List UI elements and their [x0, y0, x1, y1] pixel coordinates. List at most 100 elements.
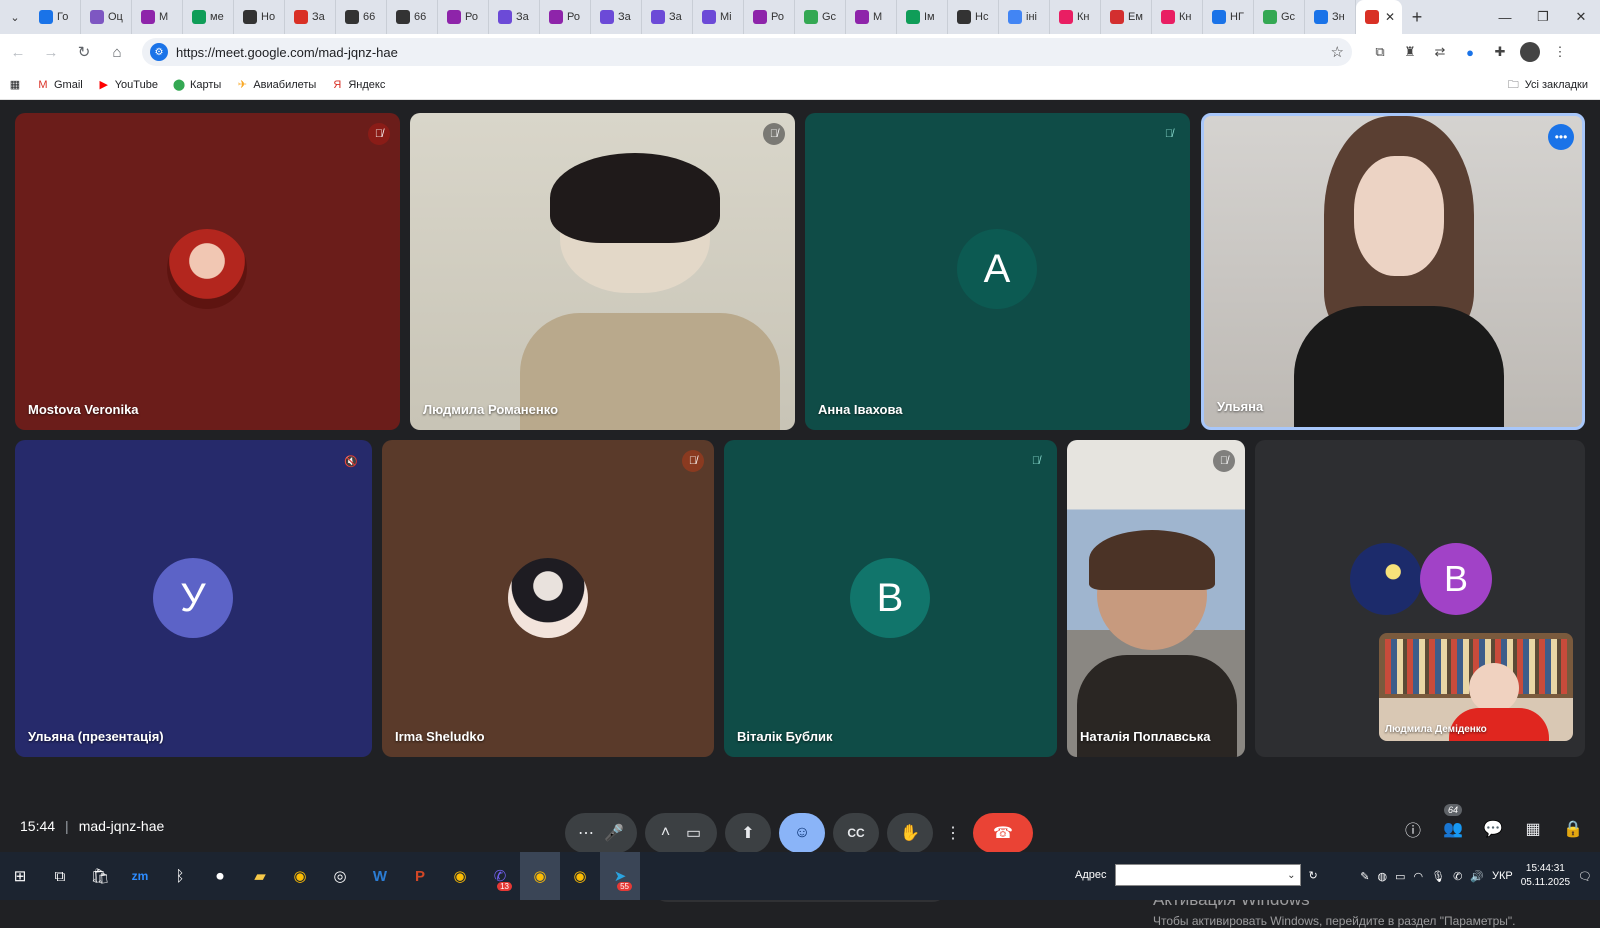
obs-icon[interactable]: ◎	[320, 852, 360, 900]
clock[interactable]: 15:44:31 05.11.2025	[1521, 862, 1570, 890]
address-go-icon[interactable]: ↻	[1309, 869, 1318, 882]
browser-tab[interactable]: За	[591, 0, 642, 34]
present-screen-button[interactable]: ⬆	[725, 813, 771, 853]
camera-options-chevron-icon[interactable]: ˄	[661, 824, 670, 842]
translate-icon[interactable]: ⇄	[1430, 42, 1450, 62]
extension-icon[interactable]: ♜	[1400, 42, 1420, 62]
forward-button[interactable]: →	[36, 37, 66, 67]
more-options-button[interactable]: ⋮	[941, 813, 965, 853]
host-controls-icon[interactable]: 🔒	[1562, 818, 1584, 840]
viber-icon[interactable]: ✆ 13	[480, 852, 520, 900]
send-reaction-button[interactable]: ☺	[779, 813, 825, 853]
start-button-icon[interactable]: ⊞	[0, 852, 40, 900]
reload-button[interactable]: ↻	[69, 37, 99, 67]
chrome-icon[interactable]: ◉	[280, 852, 320, 900]
others-tile[interactable]: В Людмила Деміденко	[1255, 440, 1585, 757]
chrome-menu-icon[interactable]: ⋮	[1550, 42, 1570, 62]
browser-tab[interactable]: За	[489, 0, 540, 34]
participant-tile-nataliia-poplavska[interactable]: 🎙̸ Наталія Поплавська	[1067, 440, 1245, 757]
bookmark-Яндекс[interactable]: Я Яндекс	[330, 79, 385, 91]
browser-tab[interactable]: Кн	[1050, 0, 1101, 34]
all-bookmarks-button[interactable]: 🗀 Усі закладки	[1508, 70, 1588, 100]
browser-tab[interactable]: Gc	[795, 0, 846, 34]
pen-icon[interactable]: ✎	[1360, 870, 1369, 883]
captions-button[interactable]: CC	[833, 813, 879, 853]
chrome-profile-icon[interactable]: ◉	[440, 852, 480, 900]
browser-tab[interactable]: Ро	[438, 0, 489, 34]
browser-tab[interactable]: Ро	[744, 0, 795, 34]
close-window-button[interactable]: ✕	[1562, 0, 1600, 34]
chat-icon[interactable]: 💬	[1482, 818, 1504, 840]
tab-search-icon[interactable]: ⌄	[0, 0, 30, 34]
bookmark-Авиабилеты[interactable]: ✈ Авиабилеты	[235, 79, 317, 92]
more-audio-options-button[interactable]: ⋯	[578, 823, 594, 843]
apps-grid-icon[interactable]: ▦	[8, 79, 22, 91]
media-player-icon[interactable]: ⏺	[200, 852, 240, 900]
chrome-active-icon[interactable]: ◉	[520, 852, 560, 900]
task-view-icon[interactable]: ⧉	[40, 852, 80, 900]
browser-tab[interactable]: За	[642, 0, 693, 34]
back-button[interactable]: ←	[3, 37, 33, 67]
language-indicator[interactable]: УКР	[1492, 870, 1513, 882]
browser-tab[interactable]: М	[132, 0, 183, 34]
participant-tile-ulyana-presentation[interactable]: У 🔇 Ульяна (презентація)	[15, 440, 372, 757]
chrome-other-icon[interactable]: ◉	[560, 852, 600, 900]
file-explorer-icon[interactable]: ▰	[240, 852, 280, 900]
browser-tab[interactable]: Го	[30, 0, 81, 34]
mic-tray-icon[interactable]: 🎙	[1431, 870, 1445, 883]
site-info-icon[interactable]: ⚙	[150, 43, 168, 61]
participant-tile-anna-ivakhova[interactable]: А 🎙̸ Анна Івахова	[805, 113, 1190, 430]
browser-tab[interactable]: 66	[336, 0, 387, 34]
battery-icon[interactable]: ▭	[1395, 870, 1405, 883]
home-button[interactable]: ⌂	[102, 37, 132, 67]
participant-tile-ulyana[interactable]: ••• Ульяна	[1201, 113, 1585, 430]
cast-icon[interactable]: ⧉	[1370, 42, 1390, 62]
browser-tab[interactable]: За	[285, 0, 336, 34]
leave-call-button[interactable]: ☎	[973, 813, 1033, 853]
bookmark-star-icon[interactable]: ☆	[1331, 43, 1344, 61]
activities-icon[interactable]: ▦	[1522, 818, 1544, 840]
blue-dot-extension-icon[interactable]: ●	[1460, 42, 1480, 62]
close-tab-icon[interactable]: ✕	[1385, 10, 1395, 24]
self-view-tile[interactable]: Людмила Деміденко	[1379, 633, 1573, 741]
browser-tab[interactable]: Gc	[1254, 0, 1305, 34]
browser-tab[interactable]: Mi	[693, 0, 744, 34]
people-icon[interactable]: 👥 64	[1442, 804, 1464, 840]
bookmark-YouTube[interactable]: ▶ YouTube	[97, 79, 158, 92]
browser-tab[interactable]: Но	[234, 0, 285, 34]
browser-tab[interactable]: Нс	[948, 0, 999, 34]
telegram-icon[interactable]: ➤ 55	[600, 852, 640, 900]
raise-hand-button[interactable]: ✋	[887, 813, 933, 853]
browser-tab[interactable]: НГ	[1203, 0, 1254, 34]
browser-tab[interactable]: іні	[999, 0, 1050, 34]
bookmark-Gmail[interactable]: M Gmail	[36, 79, 82, 91]
browser-tab[interactable]: Зн	[1305, 0, 1356, 34]
volume-icon[interactable]: 🔊	[1470, 870, 1484, 883]
more-options-button[interactable]: •••	[1548, 124, 1574, 150]
browser-tab[interactable]: ме	[183, 0, 234, 34]
browser-tab[interactable]: Ім	[897, 0, 948, 34]
restore-button[interactable]: ❐	[1524, 0, 1562, 34]
mic-icon[interactable]: 🎤	[604, 823, 624, 843]
browser-tab[interactable]: Ро	[540, 0, 591, 34]
address-bar[interactable]: ⚙ https://meet.google.com/mad-jqnz-hae ☆	[142, 38, 1352, 66]
url-text[interactable]: https://meet.google.com/mad-jqnz-hae	[176, 45, 1331, 60]
camera-icon[interactable]: ▭	[686, 823, 701, 843]
wifi-icon[interactable]: ◠	[1413, 870, 1423, 883]
notifications-icon[interactable]: 🗨	[1578, 870, 1592, 883]
meeting-details-icon[interactable]: ⓘ	[1402, 818, 1424, 840]
puzzle-extensions-icon[interactable]: ✚	[1490, 42, 1510, 62]
viber-tray-icon[interactable]: ✆	[1453, 870, 1462, 883]
chrome-tray-icon[interactable]: ◍	[1377, 870, 1387, 883]
tab-active-meet[interactable]: ✕	[1356, 0, 1402, 34]
browser-tab[interactable]: Ем	[1101, 0, 1152, 34]
word-icon[interactable]: W	[360, 852, 400, 900]
profile-avatar[interactable]	[1520, 42, 1540, 62]
powerpoint-icon[interactable]: P	[400, 852, 440, 900]
participant-tile-irma-sheludko[interactable]: 🎙̸ Irma Sheludko	[382, 440, 714, 757]
app-icon[interactable]: ᛒ	[160, 852, 200, 900]
address-input[interactable]: ⌄	[1114, 864, 1301, 886]
bookmark-Карты[interactable]: ⬤ Карты	[172, 79, 222, 92]
zoom-icon[interactable]: zm	[120, 852, 160, 900]
participant-tile-mostova-veronika[interactable]: 🎙̸ Mostova Veronika	[15, 113, 400, 430]
